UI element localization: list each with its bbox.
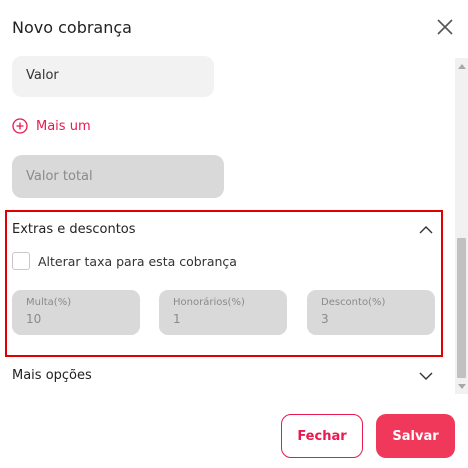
honorarios-value: 1	[173, 312, 181, 326]
extras-section-title: Extras e descontos	[12, 222, 136, 237]
valor-total-field: Valor total	[12, 155, 224, 198]
close-button[interactable]: Fechar	[281, 414, 363, 458]
add-more-button[interactable]: Mais um	[12, 118, 91, 134]
chevron-up-icon[interactable]	[418, 224, 434, 236]
valor-field[interactable]: Valor	[12, 56, 214, 97]
honorarios-field: Honorários(%) 1	[159, 290, 287, 335]
multa-label: Multa(%)	[26, 297, 72, 308]
desconto-value: 3	[321, 312, 329, 326]
scroll-up-arrow[interactable]	[458, 64, 466, 69]
more-options-toggle[interactable]: Mais opções	[12, 368, 92, 383]
plus-circle-icon	[12, 118, 28, 134]
dialog-title: Novo cobrança	[12, 18, 132, 37]
scrollbar-thumb[interactable]	[457, 238, 466, 378]
alterar-taxa-label: Alterar taxa para esta cobrança	[38, 254, 237, 269]
save-button[interactable]: Salvar	[376, 414, 455, 458]
honorarios-label: Honorários(%)	[173, 297, 245, 308]
multa-value: 10	[26, 312, 42, 326]
valor-placeholder: Valor	[26, 68, 59, 83]
scroll-down-arrow[interactable]	[458, 384, 466, 389]
desconto-field: Desconto(%) 3	[307, 290, 435, 335]
close-icon[interactable]	[434, 16, 456, 38]
desconto-label: Desconto(%)	[321, 297, 386, 308]
multa-field: Multa(%) 10	[12, 290, 140, 335]
alterar-taxa-checkbox[interactable]	[12, 252, 30, 270]
valor-total-placeholder: Valor total	[26, 169, 93, 184]
add-more-label: Mais um	[36, 118, 91, 134]
chevron-down-icon[interactable]	[418, 370, 434, 382]
